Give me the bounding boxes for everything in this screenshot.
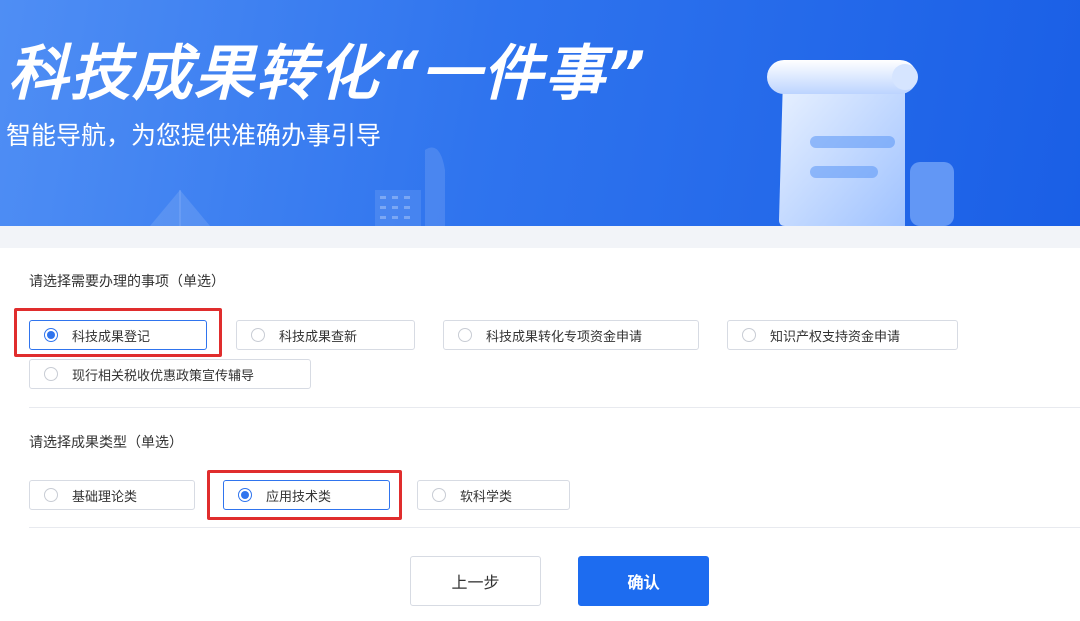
radio-option-label: 现行相关税收优惠政策宣传辅导 [72,368,255,384]
radio-option-label: 知识产权支持资金申请 [770,329,901,345]
radio-option-matter-2[interactable]: 科技成果查新 [236,320,415,350]
selection-panel: 请选择需要办理的事项（单选） 科技成果登记 科技成果查新 科技成果转化专项资金申… [0,248,1080,621]
radio-option-label: 基础理论类 [72,489,138,505]
hero-banner: 科技成果转化“一件事” 智能导航，为您提供准确办事引导 [0,0,1080,226]
confirm-button[interactable]: 确认 [578,556,709,606]
radio-button-icon [742,328,756,342]
radio-option-type-1[interactable]: 基础理论类 [29,480,195,510]
banner-subtitle: 智能导航，为您提供准确办事引导 [6,121,382,150]
radio-button-icon [44,367,58,381]
radio-option-type-3[interactable]: 软科学类 [417,480,570,510]
radio-button-icon [432,488,446,502]
section-title-result-type: 请选择成果类型（单选） [29,435,183,451]
radio-option-label: 科技成果转化专项资金申请 [486,329,643,345]
radio-option-type-2[interactable]: 应用技术类 [223,480,390,510]
radio-button-icon [44,328,58,342]
section-title-matter: 请选择需要办理的事项（单选） [29,274,225,290]
previous-step-button[interactable]: 上一步 [410,556,541,606]
radio-option-matter-5[interactable]: 现行相关税收优惠政策宣传辅导 [29,359,311,389]
radio-button-icon [44,488,58,502]
radio-option-label: 软科学类 [460,489,513,505]
section-divider [29,527,1080,528]
radio-option-label: 科技成果查新 [279,329,358,345]
radio-option-label: 应用技术类 [266,489,332,505]
scroll-document-icon [767,60,954,226]
radio-button-icon [238,488,252,502]
section-divider [29,407,1080,408]
radio-option-label: 科技成果登记 [72,329,151,345]
radio-button-icon [458,328,472,342]
banner-title: 科技成果转化“一件事” [8,39,648,109]
radio-option-matter-1[interactable]: 科技成果登记 [29,320,207,350]
radio-option-matter-4[interactable]: 知识产权支持资金申请 [727,320,958,350]
radio-button-icon [251,328,265,342]
radio-option-matter-3[interactable]: 科技成果转化专项资金申请 [443,320,699,350]
